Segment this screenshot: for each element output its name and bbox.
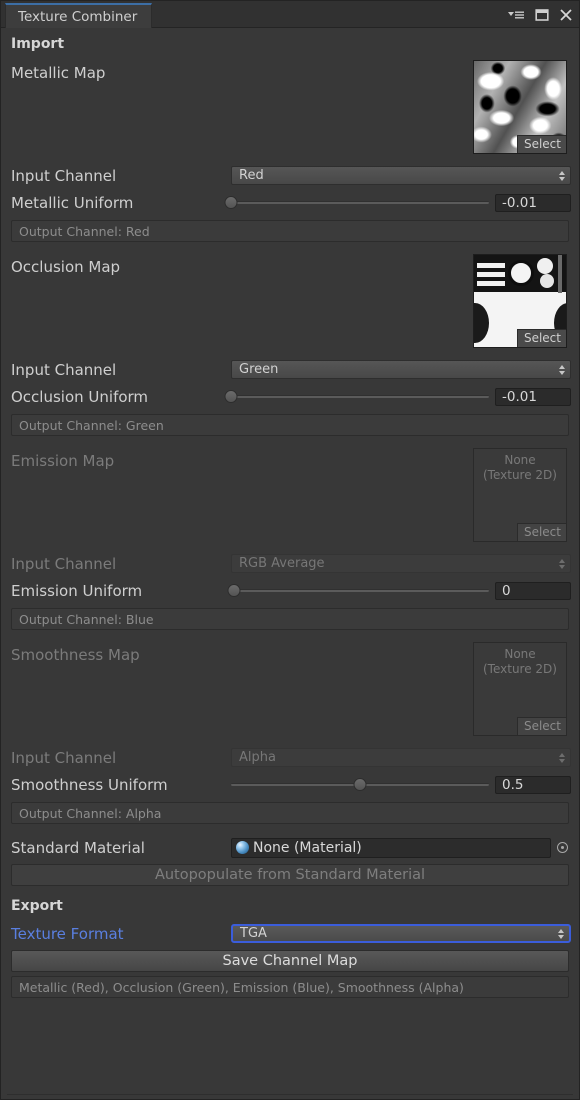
chevron-updown-icon	[559, 171, 565, 181]
emission-uniform-value[interactable]: 0	[495, 582, 571, 600]
texture-preview-emission[interactable]: None (Texture 2D) Select	[473, 448, 567, 542]
close-icon[interactable]	[559, 8, 573, 22]
texture-format-label: Texture Format	[9, 925, 231, 943]
input-channel-row-occlusion: Input Channel Green	[9, 356, 571, 383]
slider-handle[interactable]	[225, 390, 238, 403]
input-channel-row-emission: Input Channel RGB Average	[9, 550, 571, 577]
none-line-1: None	[474, 453, 566, 468]
input-channel-dropdown-smoothness[interactable]: Alpha	[231, 748, 571, 767]
texture-preview-occlusion[interactable]: Select	[473, 254, 567, 348]
standard-material-label: Standard Material	[9, 839, 231, 857]
output-channel-smoothness: Output Channel: Alpha	[11, 802, 569, 824]
output-channel-emission: Output Channel: Blue	[11, 608, 569, 630]
object-picker-icon[interactable]	[553, 838, 571, 858]
uniform-row-occlusion: Occlusion Uniform -0.01	[9, 383, 571, 410]
uniform-label: Smoothness Uniform	[9, 776, 231, 794]
tab-texture-combiner[interactable]: Texture Combiner	[5, 3, 152, 28]
uniform-label: Emission Uniform	[9, 582, 231, 600]
texture-preview-smoothness[interactable]: None (Texture 2D) Select	[473, 642, 567, 736]
dropdown-value: Green	[239, 362, 278, 377]
output-channel-occlusion: Output Channel: Green	[11, 414, 569, 436]
uniform-label: Occlusion Uniform	[9, 388, 231, 406]
maximize-icon[interactable]	[535, 8, 549, 22]
output-channel-metallic: Output Channel: Red	[11, 220, 569, 242]
texture-preview-metallic[interactable]: Select	[473, 60, 567, 154]
window-content: Import Metallic Map Select Input Channel…	[1, 28, 579, 998]
texture-format-dropdown[interactable]: TGA	[231, 924, 571, 943]
occlusion-uniform-value[interactable]: -0.01	[495, 388, 571, 406]
kebab-menu-icon[interactable]	[507, 9, 525, 21]
object-field-value: None (Material)	[253, 840, 362, 856]
map-label: Metallic Map	[11, 64, 105, 82]
map-block-metallic: Metallic Map Select	[9, 58, 571, 162]
input-channel-dropdown-metallic[interactable]: Red	[231, 166, 571, 185]
input-channel-dropdown-emission[interactable]: RGB Average	[231, 554, 571, 573]
map-label: Smoothness Map	[11, 646, 140, 664]
select-button[interactable]: Select	[517, 135, 566, 153]
uniform-label: Metallic Uniform	[9, 194, 231, 212]
material-sphere-icon	[236, 841, 249, 854]
window-bottom-divider	[7, 1094, 573, 1095]
chevron-updown-icon	[558, 929, 564, 939]
texture-format-row: Texture Format TGA	[9, 920, 571, 947]
none-line-2: (Texture 2D)	[474, 662, 566, 677]
uniform-row-smoothness: Smoothness Uniform 0.5	[9, 771, 571, 798]
slider-track	[231, 201, 489, 204]
input-channel-dropdown-occlusion[interactable]: Green	[231, 360, 571, 379]
input-channel-row-smoothness: Input Channel Alpha	[9, 744, 571, 771]
export-summary: Metallic (Red), Occlusion (Green), Emiss…	[11, 976, 569, 998]
select-button[interactable]: Select	[517, 329, 566, 347]
window-titlebar: Texture Combiner	[1, 1, 579, 28]
select-button[interactable]: Select	[517, 523, 566, 541]
map-block-emission: Emission Map None (Texture 2D) Select	[9, 446, 571, 550]
smoothness-uniform-value[interactable]: 0.5	[495, 776, 571, 794]
map-label: Occlusion Map	[11, 258, 120, 276]
metallic-uniform-slider[interactable]	[231, 195, 489, 211]
map-block-smoothness: Smoothness Map None (Texture 2D) Select	[9, 640, 571, 744]
uniform-row-metallic: Metallic Uniform -0.01	[9, 189, 571, 216]
select-button[interactable]: Select	[517, 717, 566, 735]
dropdown-value: RGB Average	[239, 556, 325, 571]
none-line-1: None	[474, 647, 566, 662]
occlusion-uniform-slider[interactable]	[231, 389, 489, 405]
dropdown-value: Alpha	[239, 750, 276, 765]
input-channel-label: Input Channel	[9, 749, 231, 767]
dropdown-value: Red	[239, 168, 264, 183]
dropdown-value: TGA	[240, 926, 267, 941]
slider-track	[231, 395, 489, 398]
standard-material-object-field[interactable]: None (Material)	[231, 838, 551, 858]
input-channel-label: Input Channel	[9, 555, 231, 573]
uniform-row-emission: Emission Uniform 0	[9, 577, 571, 604]
standard-material-row: Standard Material None (Material)	[9, 834, 571, 861]
metallic-uniform-value[interactable]: -0.01	[495, 194, 571, 212]
texture-none-label: None (Texture 2D)	[474, 647, 566, 677]
editor-window: Texture Combiner	[0, 0, 580, 1100]
save-channel-map-button[interactable]: Save Channel Map	[11, 950, 569, 972]
map-label: Emission Map	[11, 452, 114, 470]
slider-track	[231, 589, 489, 592]
map-block-occlusion: Occlusion Map Select	[9, 252, 571, 356]
chevron-updown-icon	[559, 559, 565, 569]
texture-none-label: None (Texture 2D)	[474, 453, 566, 483]
chevron-updown-icon	[559, 753, 565, 763]
input-channel-label: Input Channel	[9, 361, 231, 379]
export-section-header: Export	[9, 886, 571, 920]
import-section-header: Import	[9, 28, 571, 58]
titlebar-buttons	[507, 1, 573, 28]
chevron-updown-icon	[559, 365, 565, 375]
tab-label: Texture Combiner	[18, 9, 137, 25]
input-channel-row-metallic: Input Channel Red	[9, 162, 571, 189]
smoothness-uniform-slider[interactable]	[231, 777, 489, 793]
emission-uniform-slider[interactable]	[231, 583, 489, 599]
autopopulate-button[interactable]: Autopopulate from Standard Material	[11, 864, 569, 886]
slider-handle[interactable]	[227, 584, 240, 597]
input-channel-label: Input Channel	[9, 167, 231, 185]
slider-handle[interactable]	[354, 778, 367, 791]
none-line-2: (Texture 2D)	[474, 468, 566, 483]
slider-handle[interactable]	[225, 196, 238, 209]
